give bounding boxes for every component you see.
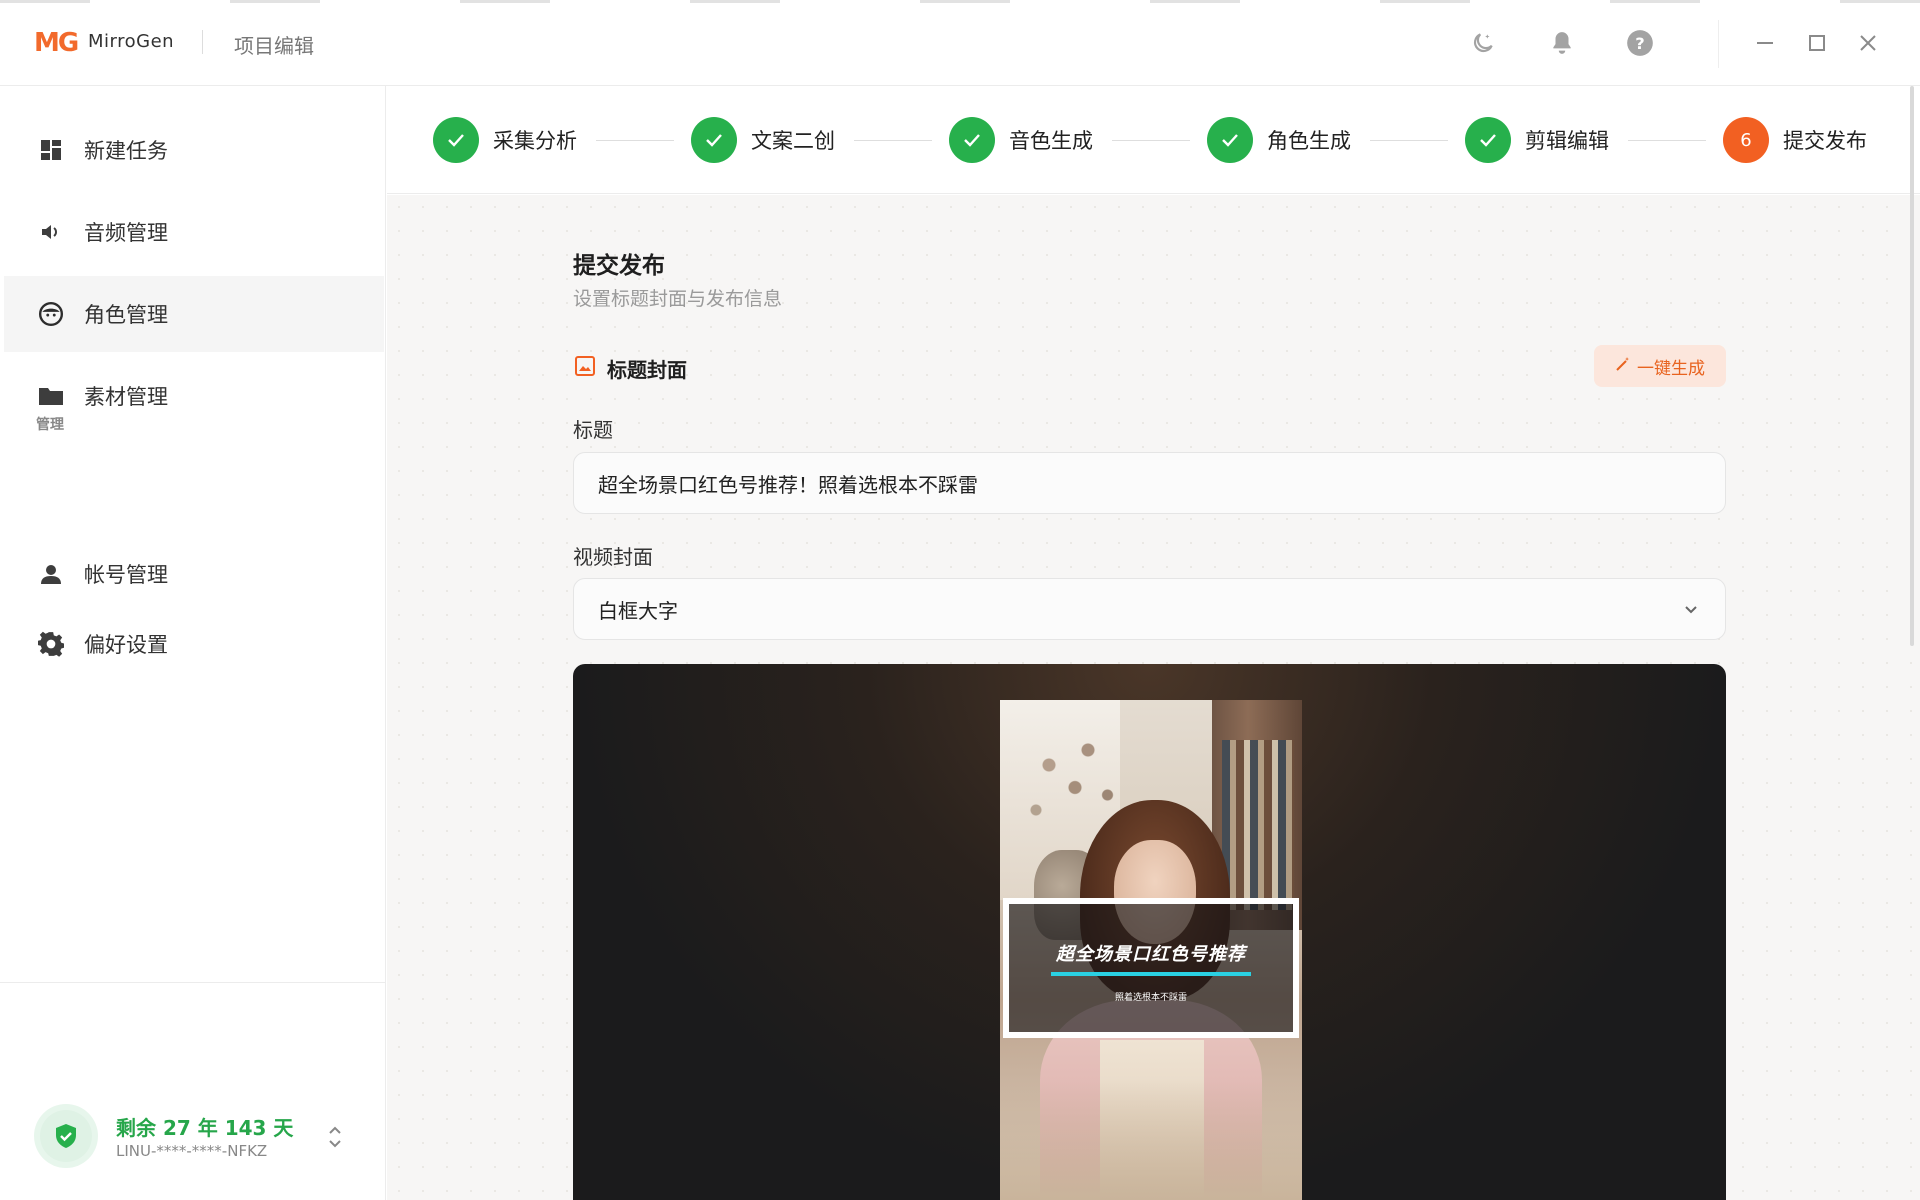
step-copywriting[interactable]: 文案二创 xyxy=(691,116,835,164)
top-decoration xyxy=(0,0,1920,3)
step-connector xyxy=(1370,140,1448,141)
window-title: 项目编辑 xyxy=(234,34,314,58)
cover-select[interactable]: 白框大字 xyxy=(573,578,1726,640)
face-icon xyxy=(38,301,64,327)
step-label: 提交发布 xyxy=(1783,129,1867,153)
check-icon xyxy=(949,117,995,163)
magic-wand-icon xyxy=(1615,356,1631,377)
sidebar-item-label: 偏好设置 xyxy=(84,633,168,657)
cover-text-box: 超全场景口红色号推荐 照着选根本不踩雷 xyxy=(1003,898,1299,1038)
svg-text:?: ? xyxy=(1635,34,1644,53)
step-collect-analysis[interactable]: 采集分析 xyxy=(433,116,577,164)
chevron-down-icon[interactable] xyxy=(1680,598,1704,622)
title-divider xyxy=(202,30,203,54)
check-icon xyxy=(1465,117,1511,163)
scrollbar[interactable] xyxy=(1910,86,1914,646)
gear-icon xyxy=(38,631,64,657)
bell-icon[interactable] xyxy=(1545,26,1579,60)
page-title: 提交发布 xyxy=(573,253,665,279)
step-connector xyxy=(1628,140,1706,141)
sidebar-item-account[interactable]: 帐号管理 xyxy=(4,536,384,612)
step-connector xyxy=(596,140,674,141)
minimize-icon[interactable] xyxy=(1748,26,1782,60)
sidebar-item-label: 音频管理 xyxy=(84,221,168,245)
step-label: 采集分析 xyxy=(493,129,577,153)
section-title: 标题封面 xyxy=(607,358,687,382)
folder-icon xyxy=(38,383,64,409)
step-label: 音色生成 xyxy=(1009,129,1093,153)
license-code: LINU-****-****-NFKZ xyxy=(116,1142,268,1160)
step-connector xyxy=(1112,140,1190,141)
moon-icon[interactable] xyxy=(1466,26,1500,60)
sidebar-item-preferences[interactable]: 偏好设置 xyxy=(4,606,384,682)
cover-underline xyxy=(1051,972,1251,976)
maximize-icon[interactable] xyxy=(1800,26,1834,60)
close-icon[interactable] xyxy=(1851,26,1885,60)
license-remaining: 剩余 27 年 143 天 xyxy=(116,1116,294,1140)
page-subtitle: 设置标题封面与发布信息 xyxy=(573,288,783,310)
step-connector xyxy=(854,140,932,141)
step-voice-generate[interactable]: 音色生成 xyxy=(949,116,1093,164)
title-input[interactable]: 超全场景口红色号推荐！照着选根本不踩雷 xyxy=(573,452,1726,514)
step-submit-publish[interactable]: 6 提交发布 xyxy=(1723,116,1867,164)
title-bar: MG MirroGen 项目编辑 ? xyxy=(0,0,1920,86)
app-logo: MG xyxy=(34,28,79,58)
user-icon xyxy=(38,561,64,587)
dashboard-icon xyxy=(38,137,64,163)
step-role-generate[interactable]: 角色生成 xyxy=(1207,116,1351,164)
expand-toggle-icon[interactable] xyxy=(322,1122,348,1152)
help-icon[interactable]: ? xyxy=(1623,26,1657,60)
sidebar-item-role[interactable]: 角色管理 xyxy=(4,276,384,352)
license-panel xyxy=(0,982,386,1114)
step-edit[interactable]: 剪辑编辑 xyxy=(1465,116,1609,164)
cover-label: 视频封面 xyxy=(573,545,653,569)
cover-headline: 超全场景口红色号推荐 xyxy=(1056,944,1246,965)
auto-generate-label: 一键生成 xyxy=(1637,358,1705,379)
check-icon xyxy=(1207,117,1253,163)
check-icon xyxy=(433,117,479,163)
speaker-icon xyxy=(38,219,64,245)
step-label: 角色生成 xyxy=(1267,129,1351,153)
sidebar-item-label: 角色管理 xyxy=(84,303,168,327)
auto-generate-button[interactable]: 一键生成 xyxy=(1594,345,1726,387)
sidebar-item-audio[interactable]: 音频管理 xyxy=(4,194,384,270)
license-shield-icon xyxy=(34,1104,98,1168)
check-icon xyxy=(691,117,737,163)
sidebar-item-label: 素材管理 xyxy=(84,385,168,409)
step-number: 6 xyxy=(1723,117,1769,163)
sidebar-section-label: 管理 xyxy=(36,417,64,433)
sidebar-item-label: 新建任务 xyxy=(84,139,168,163)
sidebar-item-new-task[interactable]: 新建任务 xyxy=(4,112,384,188)
cover-select-value: 白框大字 xyxy=(598,598,678,623)
image-icon xyxy=(574,355,596,377)
app-name: MirroGen xyxy=(88,31,175,52)
step-label: 剪辑编辑 xyxy=(1525,129,1609,153)
cover-subline: 照着选根本不踩雷 xyxy=(1114,993,1187,1003)
top-divider xyxy=(1718,20,1719,68)
title-label: 标题 xyxy=(573,418,613,442)
step-label: 文案二创 xyxy=(751,129,835,153)
sidebar-item-label: 帐号管理 xyxy=(84,563,168,587)
title-input-value: 超全场景口红色号推荐！照着选根本不踩雷 xyxy=(598,472,978,497)
